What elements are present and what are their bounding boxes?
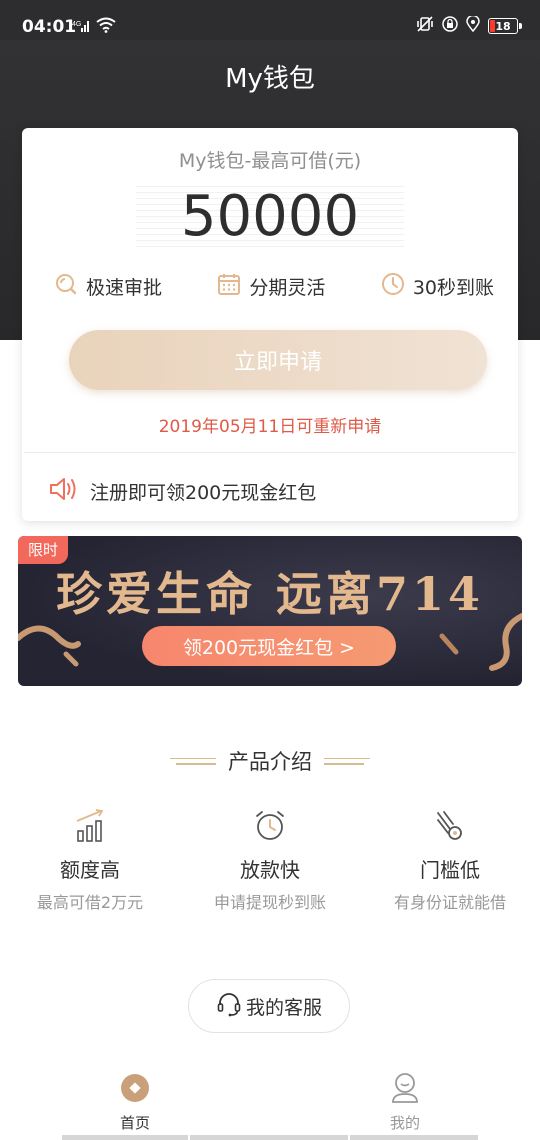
credit-amount: 50000 xyxy=(180,184,360,249)
bottom-tab-bar: 首页 我的 xyxy=(0,1064,540,1140)
bottom-indicator xyxy=(0,1135,540,1140)
signal-label: 4G xyxy=(72,21,81,28)
product-item: 额度高 最高可借2万元 xyxy=(0,808,180,913)
speaker-icon xyxy=(48,476,78,507)
banner-headline: 珍爱生命 远离714 xyxy=(55,567,485,621)
calendar-icon xyxy=(217,272,241,301)
home-icon xyxy=(120,1073,150,1107)
customer-service-button[interactable]: 我的客服 xyxy=(188,979,350,1033)
notice-text: 注册即可领200元现金红包 xyxy=(90,482,317,504)
battery-icon: 18 xyxy=(488,18,522,34)
status-right-icons: 18 xyxy=(416,14,522,36)
tab-label: 首页 xyxy=(119,1114,150,1132)
title-decoration-right xyxy=(324,757,370,765)
clock-icon xyxy=(381,272,405,301)
search-icon xyxy=(54,272,78,301)
feature-list: 极速审批 分期灵活 30秒到账 xyxy=(54,272,494,301)
alarm-clock-icon xyxy=(254,809,286,847)
customer-service-label: 我的客服 xyxy=(245,996,322,1019)
product-title: 额度高 xyxy=(60,858,120,882)
status-time: 04:01 xyxy=(22,17,77,37)
tab-home[interactable]: 首页 xyxy=(65,1074,205,1133)
divider xyxy=(24,452,516,453)
feature-instant-transfer: 30秒到账 xyxy=(381,272,494,301)
chart-bars-icon xyxy=(75,809,105,847)
battery-level: 18 xyxy=(495,19,511,33)
claim-red-packet-button[interactable]: 领200元现金红包 > xyxy=(142,626,396,666)
page-title: My钱包 xyxy=(225,64,315,94)
product-item: 门槛低 有身份证就能借 xyxy=(360,808,540,913)
loan-card: My钱包-最高可借(元) 50000 极速审批 分期灵活 30秒到账 立即申请 … xyxy=(22,128,518,521)
status-left-icons: 4G xyxy=(72,17,116,37)
feature-label: 30秒到账 xyxy=(412,277,494,299)
title-decoration-left xyxy=(170,757,216,765)
signal-icon: 4G xyxy=(72,18,90,37)
credit-limit-label: My钱包-最高可借(元) xyxy=(178,150,362,172)
meteor-icon xyxy=(435,809,465,847)
product-desc: 有身份证就能借 xyxy=(393,893,506,912)
feature-fast-approval: 极速审批 xyxy=(54,272,162,301)
amount-box: 50000 xyxy=(136,186,404,248)
vibrate-icon xyxy=(416,16,434,36)
product-title: 放款快 xyxy=(240,858,300,882)
tab-mine[interactable]: 我的 xyxy=(335,1072,475,1133)
user-icon xyxy=(390,1072,420,1108)
lock-icon xyxy=(442,16,458,36)
apply-now-button[interactable]: 立即申请 xyxy=(69,330,487,390)
feature-label: 分期灵活 xyxy=(249,277,326,299)
section-header: 产品介绍 xyxy=(0,746,540,776)
status-bar: 04:01 4G 18 xyxy=(0,0,540,40)
ribbon-decoration xyxy=(18,625,81,667)
wifi-icon xyxy=(96,17,116,37)
location-icon xyxy=(466,14,480,36)
headset-icon xyxy=(216,991,242,1022)
product-desc: 最高可借2万元 xyxy=(36,893,144,912)
feature-label: 极速审批 xyxy=(86,277,163,299)
red-packet-notice[interactable]: 注册即可领200元现金红包 xyxy=(48,476,316,507)
product-item: 放款快 申请提现秒到账 xyxy=(180,808,360,913)
promo-banner[interactable]: 限时 珍爱生命 远离714 领200元现金红包 > xyxy=(18,536,522,686)
reapply-date-text: 2019年05月11日可重新申请 xyxy=(158,417,382,437)
product-features: 额度高 最高可借2万元 放款快 申请提现秒到账 门槛低 有身份证就能借 xyxy=(0,808,540,918)
section-title: 产品介绍 xyxy=(228,750,312,774)
feature-flexible-installment: 分期灵活 xyxy=(217,272,325,301)
product-desc: 申请提现秒到账 xyxy=(213,893,326,912)
tab-label: 我的 xyxy=(389,1114,420,1132)
product-title: 门槛低 xyxy=(420,858,480,882)
